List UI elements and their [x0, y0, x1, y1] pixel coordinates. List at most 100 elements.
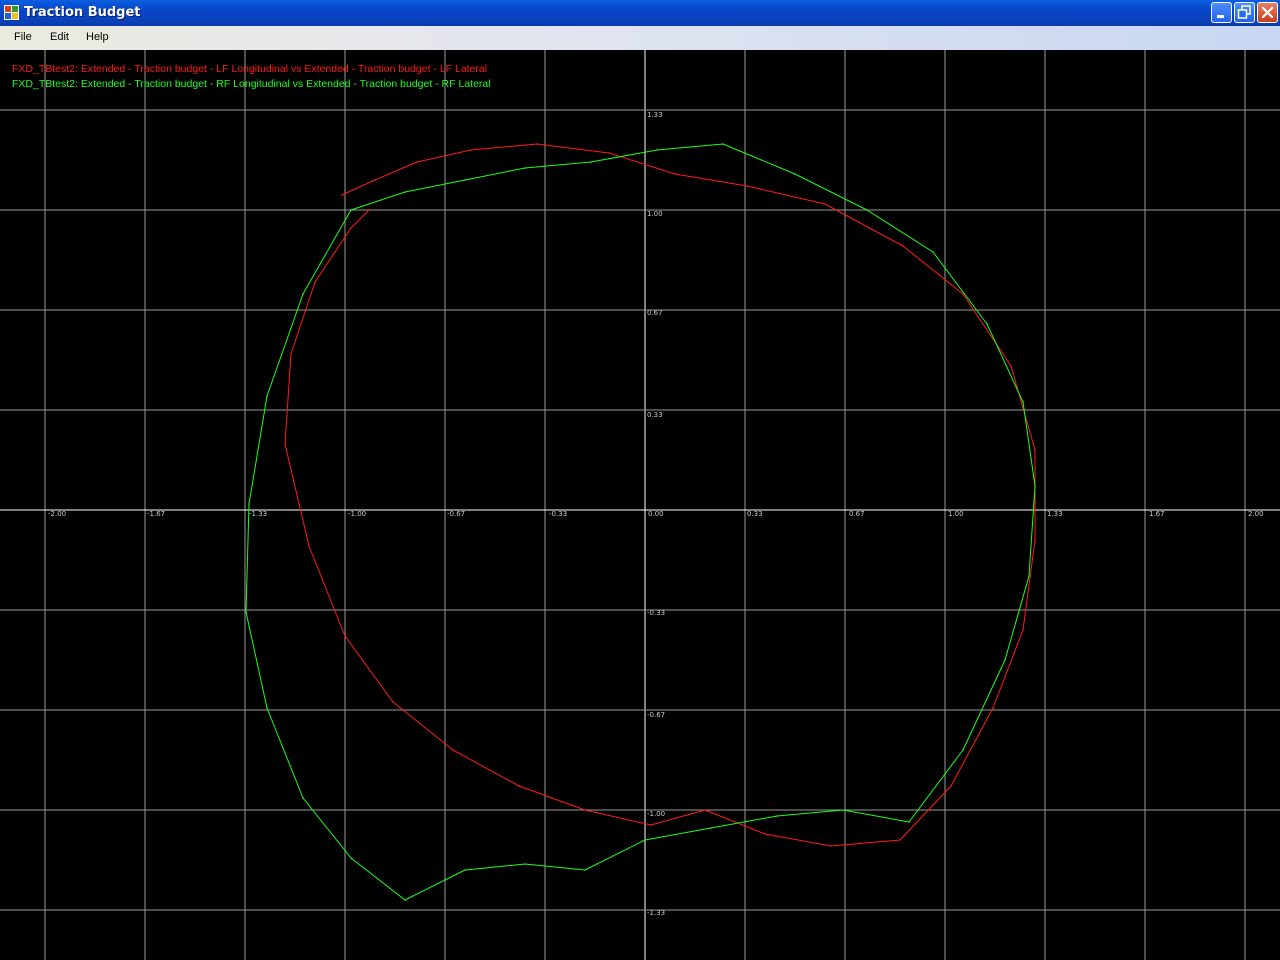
- data-point: [704, 809, 706, 811]
- data-point: [290, 353, 292, 355]
- data-point: [992, 707, 994, 709]
- data-point: [908, 821, 910, 823]
- data-point: [842, 809, 844, 811]
- data-point: [245, 611, 247, 613]
- close-icon: [1261, 6, 1274, 19]
- y-tick-label: -0.67: [647, 711, 665, 719]
- data-point: [656, 149, 658, 151]
- x-tick-label: -1.00: [348, 510, 366, 518]
- menu-edit[interactable]: Edit: [50, 31, 69, 43]
- data-point: [1028, 575, 1030, 577]
- data-point: [464, 179, 466, 181]
- data-point: [416, 161, 418, 163]
- legend-entry-lf: FXD_TBtest2: Extended - Traction budget …: [12, 63, 487, 75]
- data-point: [1034, 539, 1036, 541]
- data-point: [464, 869, 466, 871]
- data-point: [392, 701, 394, 703]
- x-tick-label: 0.33: [747, 510, 763, 518]
- data-point: [830, 845, 832, 847]
- data-point: [584, 809, 586, 811]
- data-point: [866, 209, 868, 211]
- data-point: [248, 503, 250, 505]
- data-point: [314, 281, 316, 283]
- data-point: [650, 824, 652, 826]
- y-tick-label: -1.33: [647, 909, 665, 917]
- x-tick-label: 2.00: [1248, 510, 1264, 518]
- x-tick-label: -0.33: [549, 510, 567, 518]
- y-tick-label: 1.33: [647, 111, 663, 119]
- data-point: [368, 209, 370, 211]
- restore-icon: [1237, 5, 1251, 19]
- data-point: [1004, 659, 1006, 661]
- y-tick-label: 1.00: [647, 210, 663, 218]
- data-point: [899, 839, 901, 841]
- data-point: [932, 251, 934, 253]
- x-tick-label: 0.67: [849, 510, 865, 518]
- x-tick-label: 0.00: [648, 510, 664, 518]
- data-point: [266, 395, 268, 397]
- data-point: [674, 173, 676, 175]
- legend-entry-rf: FXD_TBtest2: Extended - Traction budget …: [12, 78, 491, 90]
- x-tick-label: -2.00: [48, 510, 66, 518]
- data-point: [776, 815, 778, 817]
- minimize-icon: [1217, 15, 1224, 18]
- data-point: [824, 203, 826, 205]
- data-point: [794, 173, 796, 175]
- menu-file[interactable]: File: [14, 31, 32, 43]
- data-point: [404, 899, 406, 901]
- plot-background: [0, 50, 1280, 960]
- close-button[interactable]: [1257, 2, 1278, 23]
- data-point: [710, 827, 712, 829]
- x-tick-label: 1.67: [1149, 510, 1165, 518]
- data-point: [584, 869, 586, 871]
- data-point: [986, 323, 988, 325]
- traction-budget-plot[interactable]: -2.00 -1.67 -1.33 -1.00 -0.67 -0.33 0.00 0.33 0.…: [0, 50, 1280, 960]
- data-point: [404, 191, 406, 193]
- data-point: [536, 143, 538, 145]
- x-tick-label: 1.33: [1047, 510, 1063, 518]
- x-tick-label: -1.67: [147, 510, 165, 518]
- data-point: [302, 797, 304, 799]
- x-tick-label: -0.67: [447, 510, 465, 518]
- data-point: [374, 179, 376, 181]
- data-point: [644, 839, 646, 841]
- data-point: [452, 749, 454, 751]
- data-point: [1010, 365, 1012, 367]
- data-point: [302, 293, 304, 295]
- x-tick-label: -1.33: [249, 510, 267, 518]
- y-tick-label: -0.33: [647, 609, 665, 617]
- data-point: [350, 227, 352, 229]
- data-point: [1034, 449, 1036, 451]
- restore-button[interactable]: [1234, 2, 1255, 23]
- data-point: [608, 152, 610, 154]
- data-point: [1022, 401, 1024, 403]
- title-bar: Traction Budget: [0, 0, 1280, 26]
- menu-help[interactable]: Help: [86, 31, 109, 43]
- window-title: Traction Budget: [24, 5, 141, 20]
- data-point: [350, 209, 352, 211]
- data-point: [590, 161, 592, 163]
- y-tick-label: -1.00: [647, 810, 665, 818]
- data-point: [1022, 629, 1024, 631]
- data-point: [344, 635, 346, 637]
- data-point: [470, 149, 472, 151]
- data-point: [518, 785, 520, 787]
- data-point: [341, 194, 343, 196]
- menu-bar: File Edit Help: [0, 26, 1280, 50]
- data-point: [524, 167, 526, 169]
- data-point: [266, 707, 268, 709]
- y-tick-label: 0.33: [647, 411, 663, 419]
- minimize-button[interactable]: [1211, 2, 1232, 23]
- y-tick-label: 0.67: [647, 309, 663, 317]
- data-point: [902, 245, 904, 247]
- data-point: [350, 857, 352, 859]
- data-point: [764, 833, 766, 835]
- data-point: [722, 143, 724, 145]
- x-tick-label: 1.00: [948, 510, 964, 518]
- data-point: [308, 545, 310, 547]
- data-point: [1034, 485, 1036, 487]
- data-point: [746, 185, 748, 187]
- app-icon: [4, 5, 19, 20]
- data-point: [284, 443, 286, 445]
- data-point: [524, 863, 526, 865]
